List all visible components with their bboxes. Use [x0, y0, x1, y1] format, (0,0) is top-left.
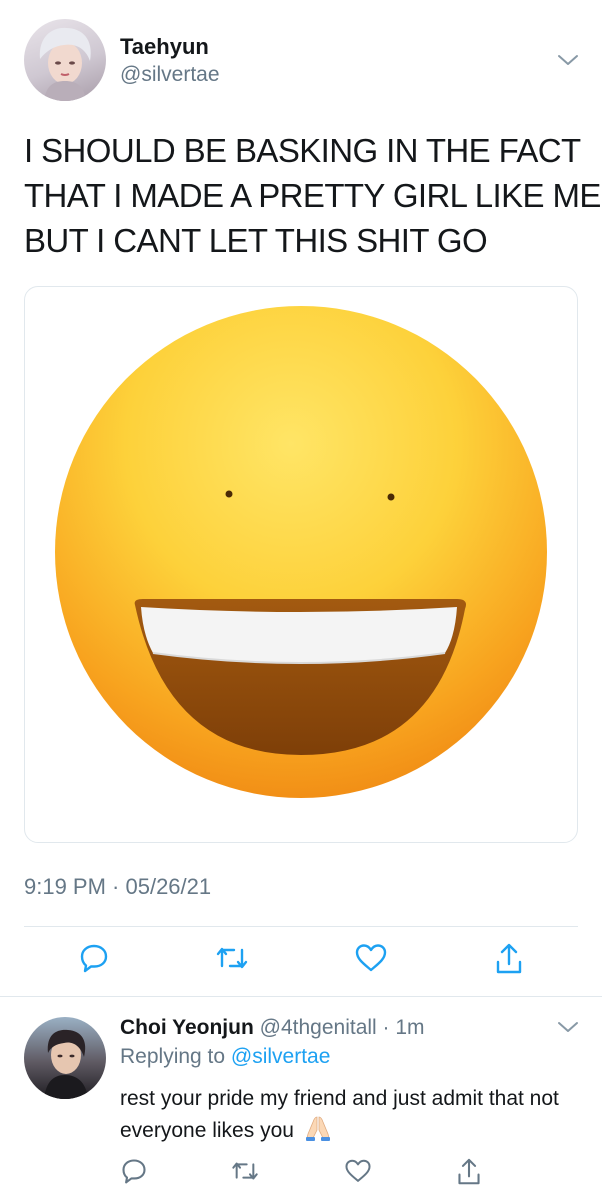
author-avatar-image	[39, 27, 91, 101]
reply-time[interactable]: · 1m	[383, 1016, 425, 1039]
tweet-timestamp[interactable]: 9:19 PM · 05/26/21	[24, 874, 211, 900]
divider	[24, 926, 578, 927]
folded-hands-emoji-icon	[305, 1116, 330, 1141]
chevron-down-icon[interactable]	[556, 52, 580, 68]
retweet-icon[interactable]	[214, 942, 250, 974]
replying-prefix: Replying to	[120, 1045, 226, 1068]
tweet-text: I SHOULD BE BASKING IN THE FACT THAT I M…	[24, 128, 601, 263]
reply-author-name[interactable]: Choi Yeonjun	[120, 1016, 254, 1039]
reply-icon[interactable]	[120, 1157, 148, 1185]
grinning-face-emoji-icon	[55, 306, 547, 798]
reply-text: rest your pride my friend and just admit…	[120, 1083, 580, 1146]
reply-author-avatar[interactable]	[24, 1017, 106, 1099]
reply-text-body: rest your pride my friend and just admit…	[120, 1087, 559, 1142]
retweet-icon[interactable]	[230, 1157, 260, 1185]
chevron-down-icon[interactable]	[556, 1019, 580, 1035]
tweet-text-line: BUT I CANT LET THIS SHIT GO	[24, 222, 488, 259]
replying-to: Replying to @silvertae	[120, 1045, 330, 1069]
share-icon[interactable]	[494, 942, 524, 976]
tweet-media[interactable]	[24, 286, 578, 843]
author-name[interactable]: Taehyun	[120, 34, 209, 60]
reply-header: Choi Yeonjun @4thgenitall · 1m	[120, 1016, 425, 1040]
reply-author-avatar-image	[44, 1029, 88, 1099]
reply-author-handle[interactable]: @4thgenitall	[260, 1016, 377, 1039]
share-icon[interactable]	[456, 1157, 482, 1187]
like-icon[interactable]	[354, 942, 388, 974]
author-handle[interactable]: @silvertae	[120, 63, 220, 87]
author-avatar[interactable]	[24, 19, 106, 101]
like-icon[interactable]	[344, 1157, 372, 1185]
reply-tweet: Choi Yeonjun @4thgenitall · 1m Replying …	[0, 997, 602, 1200]
tweet-text-line: I SHOULD BE BASKING IN THE FACT	[24, 132, 581, 169]
main-tweet: Taehyun @silvertae I SHOULD BE BASKING I…	[0, 0, 602, 996]
reply-icon[interactable]	[78, 942, 110, 974]
tweet-text-line: THAT I MADE A PRETTY GIRL LIKE ME	[24, 177, 601, 214]
replying-mention-link[interactable]: @silvertae	[231, 1045, 331, 1068]
